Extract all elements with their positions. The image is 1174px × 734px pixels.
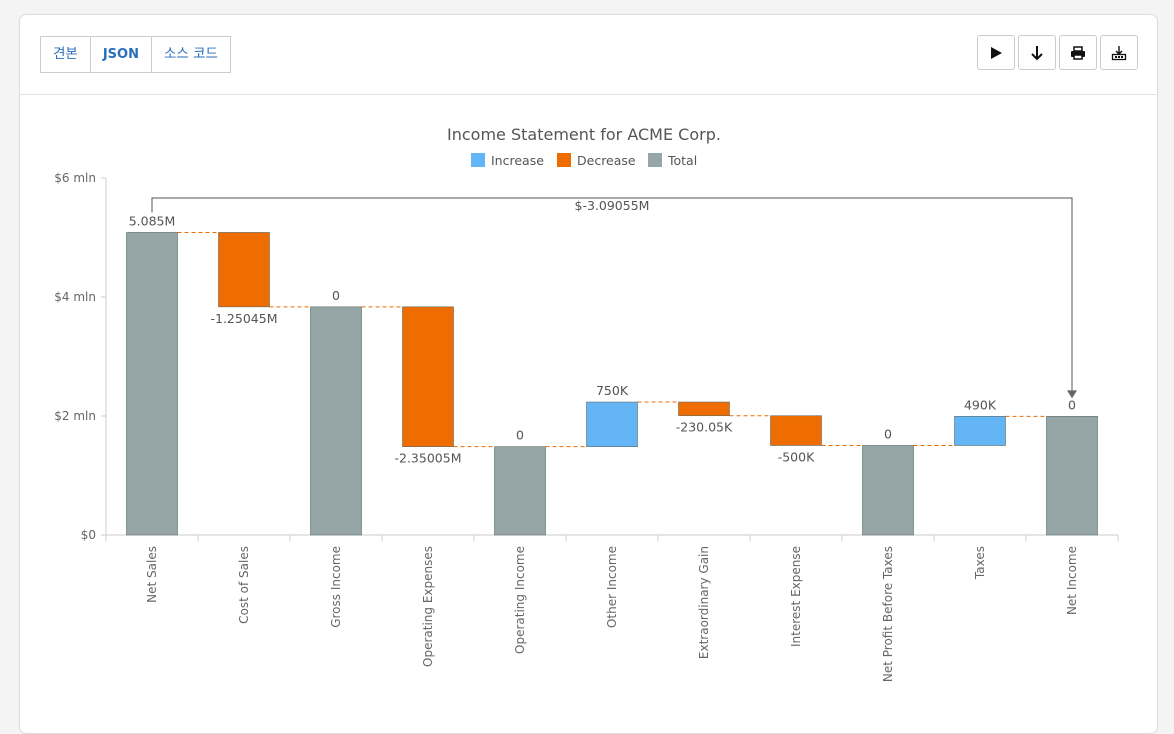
bar-total [862,445,914,536]
bar-decrease [678,401,730,417]
bar-decrease [402,306,454,447]
x-category-label: Taxes [973,546,987,580]
data-label: 0 [884,426,892,441]
bar-increase [954,416,1006,446]
bar-total [1046,416,1098,536]
difference-annotation: $-3.09055M [151,197,1077,399]
x-category-label: Other Income [605,546,619,628]
y-tick-label: $0 [81,528,96,542]
waterfall-chart: Income Statement for ACME Corp. Increase… [54,125,1119,682]
x-category-label: Net Profit Before Taxes [881,546,895,682]
x-category-label: Extraordinary Gain [697,546,711,659]
bar-decrease [218,232,270,308]
data-label: -1.25045M [211,311,278,326]
legend-label-increase: Increase [491,153,544,168]
y-tick-label: $4 mln [54,290,96,304]
legend-label-decrease: Decrease [577,153,636,168]
bar-total [494,446,546,536]
x-category-label: Gross Income [329,546,343,628]
chart-legend: Increase Decrease Total [471,153,697,168]
data-label: 490K [964,397,997,412]
annotation-line [151,197,1073,391]
chart-title: Income Statement for ACME Corp. [447,125,721,144]
data-label: -2.35005M [395,451,462,466]
legend-swatch-decrease [557,153,571,167]
x-category-label: Net Sales [145,546,159,603]
data-label: 0 [1068,397,1076,412]
legend-swatch-increase [471,153,485,167]
data-label: 5.085M [129,213,176,228]
data-label: -500K [778,449,815,464]
y-tick-label: $2 mln [54,409,96,423]
x-category-label: Interest Expense [789,546,803,647]
bar-total [310,306,362,536]
legend-swatch-total [648,153,662,167]
x-category-label: Operating Income [513,546,527,654]
data-label: 0 [332,288,340,303]
y-tick-label: $6 mln [54,171,96,185]
bar-decrease [770,415,822,446]
x-category-label: Operating Expenses [421,546,435,667]
x-category-label: Net Income [1065,546,1079,615]
x-category-label: Cost of Sales [237,546,251,624]
legend-label-total: Total [667,153,697,168]
data-label: 0 [516,428,524,443]
data-label: 750K [596,383,629,398]
bar-total [126,232,178,536]
bar-increase [586,401,638,447]
data-label: -230.05K [676,420,733,435]
annotation-label: $-3.09055M [575,198,650,213]
